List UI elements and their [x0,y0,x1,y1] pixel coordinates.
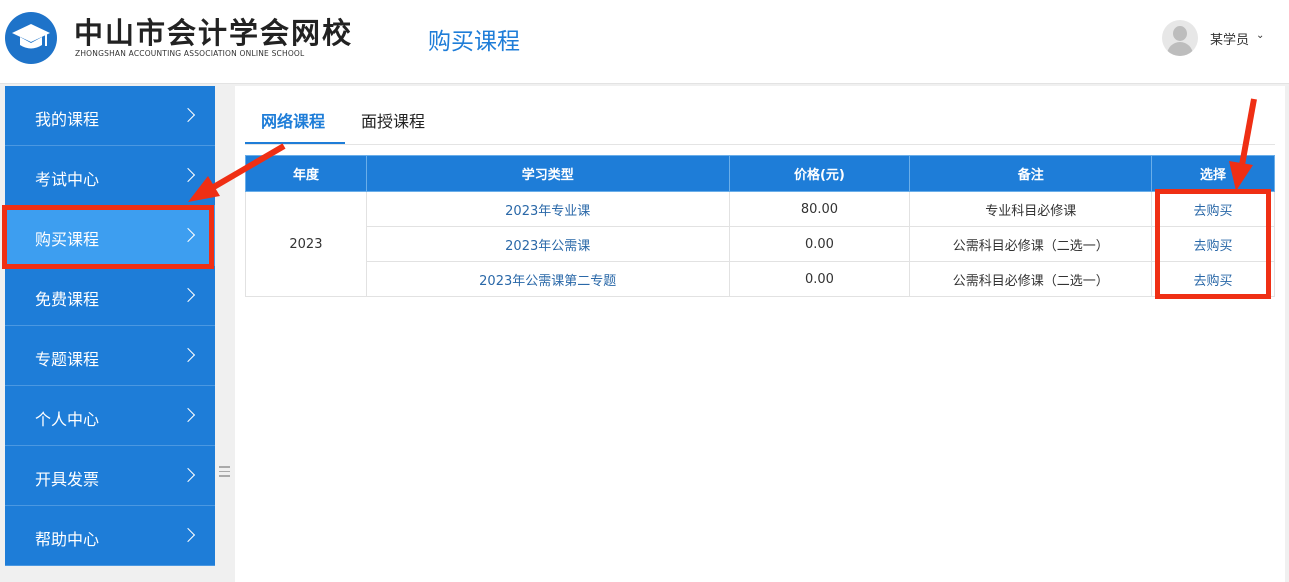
column-header-note: 备注 [909,155,1153,192]
tab-online-courses[interactable]: 网络课程 [261,108,325,132]
price-cell: 0.00 [728,226,911,262]
column-header-type: 学习类型 [365,155,730,192]
sidebar-item-label: 个人中心 [35,410,100,429]
table-row: 2023年公需课 0.00 公需科目必修课（二选一） 去购买 [246,226,1275,262]
table-row: 2023年公需课第二专题 0.00 公需科目必修课（二选一） 去购买 [246,261,1275,297]
chevron-right-icon [180,347,196,363]
annotation-highlight-sidebar [2,205,214,269]
annotation-highlight-buy-column [1155,189,1271,299]
note-cell: 专业科目必修课 [909,191,1153,227]
avatar-icon[interactable] [1162,20,1198,56]
course-type-link[interactable]: 2023年专业课 [365,191,730,227]
user-menu[interactable]: 某学员 [1210,29,1249,48]
page-title: 购买课程 [428,29,520,55]
sidebar-item-free-courses[interactable]: 免费课程 [5,266,215,326]
sidebar-item-label: 开具发票 [35,470,100,489]
chevron-right-icon [180,407,196,423]
price-cell: 0.00 [728,261,911,297]
sidebar-item-invoice[interactable]: 开具发票 [5,446,215,506]
course-type-link[interactable]: 2023年公需课 [365,226,730,262]
main-content: 网络课程 面授课程 年度 学习类型 价格(元) 备注 选择 2023 2023年… [235,86,1285,582]
sidebar-item-topic-courses[interactable]: 专题课程 [5,326,215,386]
chevron-right-icon [180,527,196,543]
sidebar-item-help-center[interactable]: 帮助中心 [5,506,215,566]
price-cell: 80.00 [728,191,911,227]
course-table: 年度 学习类型 价格(元) 备注 选择 2023 2023年专业课 80.00 … [245,155,1275,297]
site-subtitle: ZHONGSHAN ACCOUNTING ASSOCIATION ONLINE … [75,49,305,58]
tab-offline-courses[interactable]: 面授课程 [361,108,425,132]
table-header-row: 年度 学习类型 价格(元) 备注 选择 [245,155,1275,192]
chevron-right-icon [180,467,196,483]
annotation-arrow-icon [188,143,286,202]
graduation-cap-icon [5,12,57,64]
sidebar-item-my-courses[interactable]: 我的课程 [5,86,215,146]
drag-handle-icon[interactable] [219,466,231,484]
note-cell: 公需科目必修课（二选一） [909,261,1153,297]
top-header: 中山市会计学会网校 ZHONGSHAN ACCOUNTING ASSOCIATI… [0,0,1289,84]
note-cell: 公需科目必修课（二选一） [909,226,1153,262]
sidebar-item-label: 我的课程 [35,110,100,129]
annotation-arrow-icon [1229,98,1257,191]
site-title: 中山市会计学会网校 [74,16,354,50]
course-tabs: 网络课程 面授课程 [245,86,1275,145]
sidebar-item-label: 免费课程 [35,290,100,309]
chevron-right-icon [180,107,196,123]
sidebar-item-personal-center[interactable]: 个人中心 [5,386,215,446]
sidebar-item-label: 帮助中心 [35,530,100,549]
sidebar-item-label: 专题课程 [35,350,100,369]
chevron-down-icon[interactable]: ⌄ [1256,30,1264,41]
chevron-right-icon [180,287,196,303]
column-header-price: 价格(元) [728,155,911,192]
sidebar-item-label: 考试中心 [35,170,100,189]
table-row: 2023 2023年专业课 80.00 专业科目必修课 去购买 [245,191,1275,297]
course-type-link[interactable]: 2023年公需课第二专题 [365,261,730,297]
